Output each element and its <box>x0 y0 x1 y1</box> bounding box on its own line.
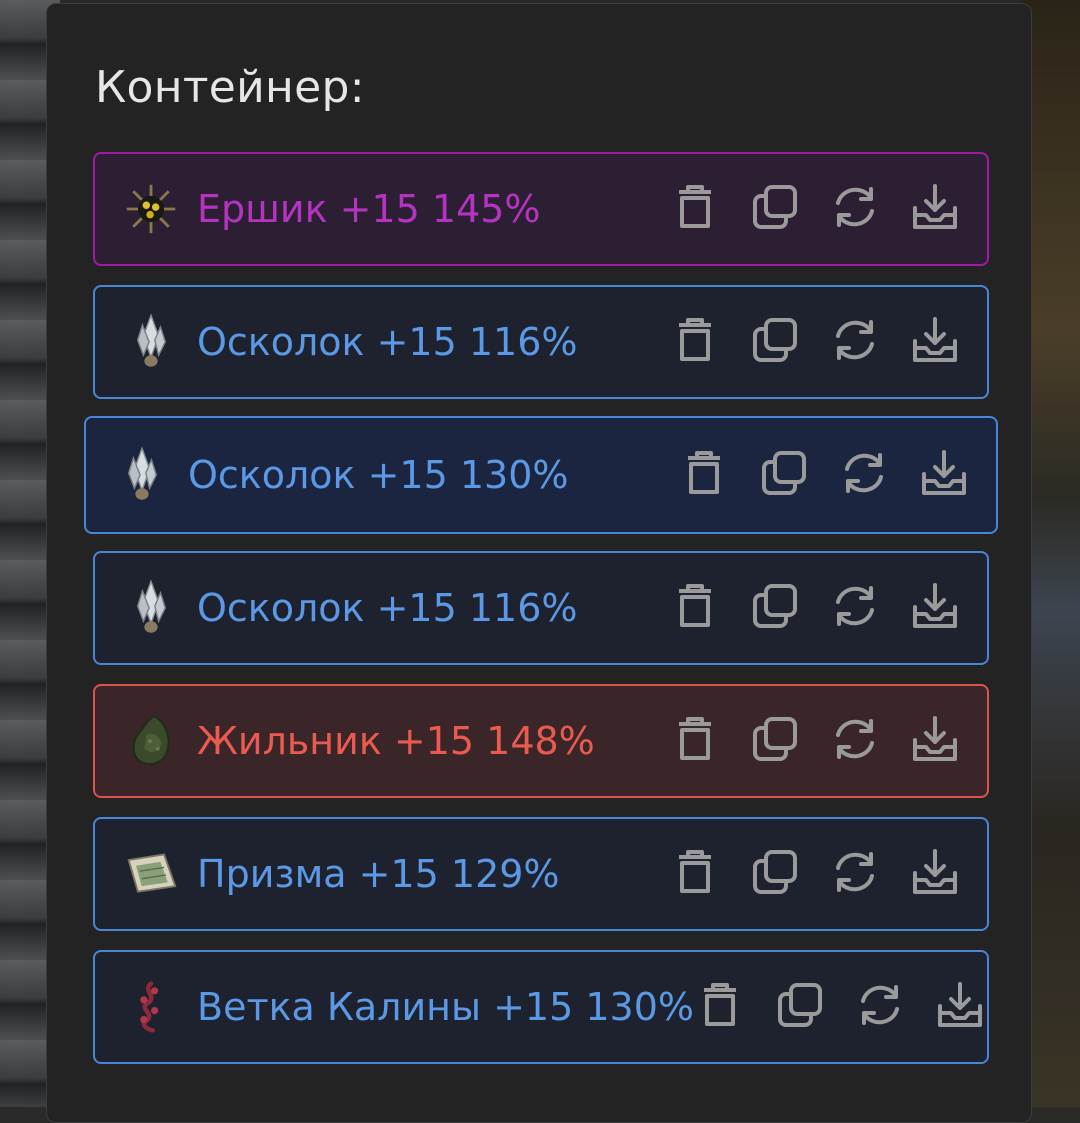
download-button[interactable] <box>909 316 961 368</box>
refresh-icon <box>830 714 880 768</box>
item-label: Ветка Калины +15 130% <box>197 985 694 1029</box>
delete-button[interactable] <box>669 316 721 368</box>
crystal-shard-icon <box>114 445 170 505</box>
download-icon <box>910 315 960 369</box>
crystal-shard-icon <box>123 578 179 638</box>
trash-icon <box>670 182 720 236</box>
container-item-row-selected[interactable]: Осколок +15 130% <box>84 416 998 534</box>
download-button[interactable] <box>909 183 961 235</box>
copy-button[interactable] <box>749 582 801 634</box>
copy-icon <box>775 980 825 1034</box>
copy-icon <box>750 847 800 901</box>
delete-button[interactable] <box>669 183 721 235</box>
copy-button[interactable] <box>749 316 801 368</box>
refresh-button[interactable] <box>854 981 906 1033</box>
copy-button[interactable] <box>749 715 801 767</box>
row-actions <box>678 449 970 501</box>
copy-button[interactable] <box>749 848 801 900</box>
container-item-row[interactable]: Призма +15 129% <box>93 817 989 931</box>
copy-icon <box>750 315 800 369</box>
row-actions <box>669 848 961 900</box>
viburnum-branch-icon <box>123 977 179 1037</box>
download-icon <box>910 714 960 768</box>
trash-icon <box>670 714 720 768</box>
container-item-row[interactable]: Жильник +15 148% <box>93 684 989 798</box>
refresh-icon <box>830 182 880 236</box>
trash-icon <box>695 980 745 1034</box>
prism-plate-icon <box>123 844 179 904</box>
download-icon <box>910 847 960 901</box>
download-button[interactable] <box>909 848 961 900</box>
refresh-button[interactable] <box>829 715 881 767</box>
item-label: Жильник +15 148% <box>197 719 595 763</box>
download-icon <box>935 980 985 1034</box>
container-item-row[interactable]: Ветка Калины +15 130% <box>93 950 989 1064</box>
delete-button[interactable] <box>669 848 721 900</box>
refresh-icon <box>855 980 905 1034</box>
copy-button[interactable] <box>758 449 810 501</box>
item-label: Осколок +15 130% <box>188 453 569 497</box>
copy-icon <box>750 581 800 635</box>
refresh-button[interactable] <box>829 582 881 634</box>
copy-icon <box>759 448 809 502</box>
trash-icon <box>670 581 720 635</box>
item-label: Осколок +15 116% <box>197 320 578 364</box>
download-icon <box>910 182 960 236</box>
container-item-row[interactable]: Осколок +15 116% <box>93 551 989 665</box>
delete-button[interactable] <box>669 582 721 634</box>
item-label: Призма +15 129% <box>197 852 560 896</box>
refresh-button[interactable] <box>829 848 881 900</box>
item-label: Ершик +15 145% <box>197 187 541 231</box>
download-button[interactable] <box>909 715 961 767</box>
copy-button[interactable] <box>749 183 801 235</box>
refresh-icon <box>830 315 880 369</box>
copy-icon <box>750 182 800 236</box>
copy-icon <box>750 714 800 768</box>
row-actions <box>669 715 961 767</box>
row-actions <box>694 981 986 1033</box>
copy-button[interactable] <box>774 981 826 1033</box>
row-actions <box>669 183 961 235</box>
download-button[interactable] <box>934 981 986 1033</box>
delete-button[interactable] <box>678 449 730 501</box>
refresh-button[interactable] <box>829 183 881 235</box>
download-icon <box>910 581 960 635</box>
refresh-icon <box>830 581 880 635</box>
row-actions <box>669 316 961 368</box>
trash-icon <box>670 847 720 901</box>
refresh-icon <box>830 847 880 901</box>
mossy-rock-icon <box>123 711 179 771</box>
download-icon <box>919 448 969 502</box>
row-actions <box>669 582 961 634</box>
container-item-row[interactable]: Осколок +15 116% <box>93 285 989 399</box>
crystal-shard-icon <box>123 312 179 372</box>
container-panel: Контейнер: Ершик +15 145% Осколок +15 11… <box>46 3 1032 1123</box>
download-button[interactable] <box>918 449 970 501</box>
trash-icon <box>670 315 720 369</box>
delete-button[interactable] <box>694 981 746 1033</box>
panel-title: Контейнер: <box>95 62 365 113</box>
container-item-row[interactable]: Ершик +15 145% <box>93 152 989 266</box>
urchin-artifact-icon <box>123 179 179 239</box>
refresh-button[interactable] <box>838 449 890 501</box>
refresh-button[interactable] <box>829 316 881 368</box>
delete-button[interactable] <box>669 715 721 767</box>
item-label: Осколок +15 116% <box>197 586 578 630</box>
refresh-icon <box>839 448 889 502</box>
trash-icon <box>679 448 729 502</box>
download-button[interactable] <box>909 582 961 634</box>
